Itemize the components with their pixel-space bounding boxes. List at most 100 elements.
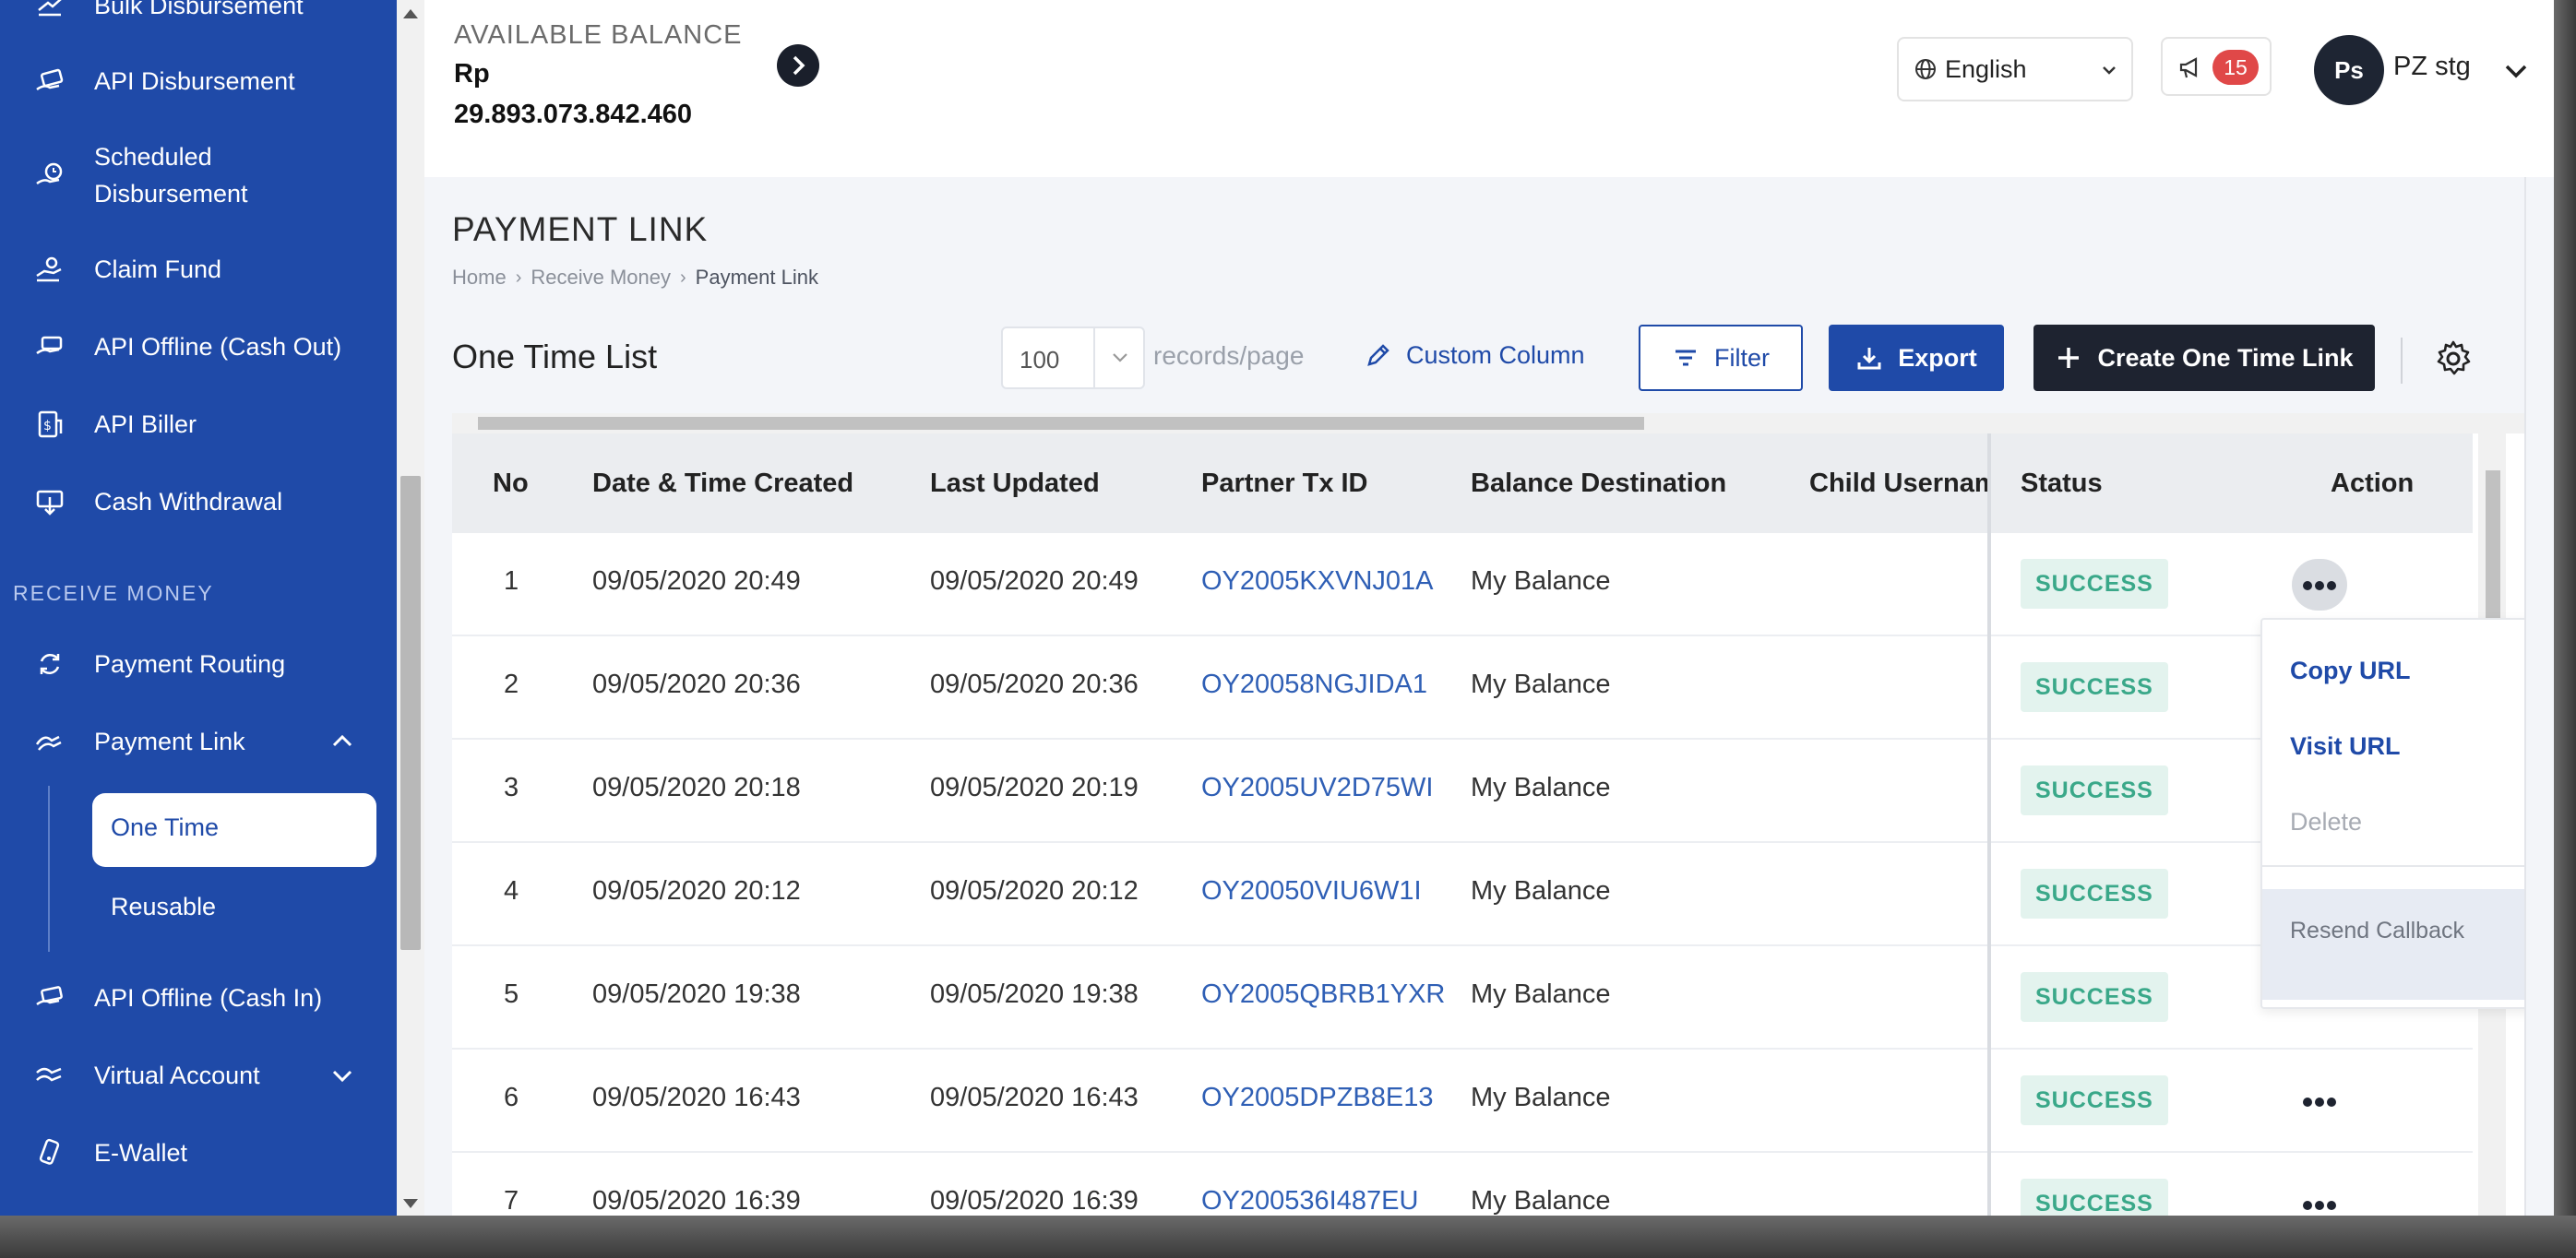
menu-item-delete: Delete <box>2290 808 2363 836</box>
column-header-balance-destination[interactable]: Balance Destination <box>1471 469 1726 499</box>
cell-no: 7 <box>504 1186 519 1216</box>
custom-column-button[interactable]: Custom Column <box>1364 332 1585 378</box>
main-content: PAYMENT LINK Home › Receive Money › Paym… <box>424 177 2554 1217</box>
create-one-time-link-label: Create One Time Link <box>2097 343 2354 372</box>
chevron-down-icon <box>2103 66 2116 75</box>
sidebar-item-api-offline-cash-in[interactable]: API Offline (Cash In) <box>0 979 397 1016</box>
sidebar-item-scheduled-disbursement[interactable]: Scheduled Disbursement <box>0 138 397 212</box>
language-select[interactable]: English <box>1897 37 2133 101</box>
column-header-created[interactable]: Date & Time Created <box>592 469 853 499</box>
row-action-menu: Copy URL Visit URL Delete Resend Callbac… <box>2260 618 2539 1009</box>
cash-out-icon <box>33 330 66 363</box>
filter-icon <box>1676 350 1696 366</box>
filter-button[interactable]: Filter <box>1639 325 1803 391</box>
records-per-page-select[interactable]: 100 <box>1001 326 1145 389</box>
right-edge-panel <box>2524 177 2554 1217</box>
sidebar-item-payment-link[interactable]: Payment Link <box>0 723 397 760</box>
column-header-no[interactable]: No <box>493 469 529 499</box>
sidebar-item-api-offline-cash-out[interactable]: API Offline (Cash Out) <box>0 328 397 365</box>
status-badge: SUCCESS <box>2021 765 2168 815</box>
cell-partner-tx-id[interactable]: OY2005QBRB1YXR <box>1201 979 1447 1010</box>
username[interactable]: PZ stg <box>2393 52 2471 82</box>
more-dots-icon <box>2315 581 2324 590</box>
export-label: Export <box>1898 343 1977 372</box>
scrollbar-thumb[interactable] <box>2486 470 2500 636</box>
column-header-child-username[interactable]: Child Usernam <box>1809 469 1990 499</box>
status-badge: SUCCESS <box>2021 869 2168 919</box>
sidebar-item-e-wallet[interactable]: E-Wallet <box>0 1134 397 1171</box>
api-disbursement-icon <box>33 65 66 98</box>
cash-in-icon <box>33 981 66 1015</box>
cell-no: 6 <box>504 1083 519 1112</box>
column-header-partner-tx-id[interactable]: Partner Tx ID <box>1201 469 1368 499</box>
sidebar-scrollbar[interactable] <box>397 0 424 1217</box>
scrollbar-thumb[interactable] <box>400 476 421 950</box>
cell-partner-tx-id[interactable]: OY20058NGJIDA1 <box>1201 670 1447 700</box>
menu-item-visit-url[interactable]: Visit URL <box>2290 732 2401 761</box>
column-header-status[interactable]: Status <box>2021 469 2103 499</box>
one-time-table: No Date & Time Created Last Updated Part… <box>452 413 2524 1217</box>
breadcrumb-receive-money[interactable]: Receive Money <box>531 266 671 290</box>
submenu-line <box>48 786 50 952</box>
sidebar-item-label: Payment Link <box>94 728 245 755</box>
scroll-down-arrow-icon[interactable] <box>403 1199 418 1208</box>
column-header-updated[interactable]: Last Updated <box>930 469 1100 499</box>
user-menu-chevron-icon[interactable] <box>2500 55 2532 87</box>
sidebar: Bulk Disbursement API Disbursement Sched… <box>0 0 397 1217</box>
table-row[interactable]: 6 09/05/2020 16:43 09/05/2020 16:43 OY2005D… <box>452 1050 2473 1153</box>
sidebar-subitem-one-time[interactable]: One Time <box>92 793 376 867</box>
table-row[interactable]: 7 09/05/2020 16:39 09/05/2020 16:39 OY20053… <box>452 1153 2473 1217</box>
table-row[interactable]: 5 09/05/2020 19:38 09/05/2020 19:38 OY2005Q… <box>452 946 2473 1050</box>
row-action-menu-button[interactable] <box>2292 1179 2347 1217</box>
svg-text:$: $ <box>43 419 52 433</box>
avatar[interactable]: Ps <box>2314 35 2384 105</box>
sidebar-item-bulk-disbursement[interactable]: Bulk Disbursement <box>0 0 397 24</box>
table-row[interactable]: 1 09/05/2020 20:49 09/05/2020 20:49 OY2005K… <box>452 533 2473 636</box>
cell-created: 09/05/2020 20:36 <box>592 670 801 699</box>
download-icon <box>1857 348 1881 370</box>
breadcrumb-separator-icon: › <box>680 267 686 288</box>
cell-partner-tx-id[interactable]: OY2005UV2D75WI <box>1201 773 1447 803</box>
cell-partner-tx-id[interactable]: OY2005KXVNJ01A <box>1201 566 1447 597</box>
table-row[interactable]: 4 09/05/2020 20:12 09/05/2020 20:12 OY20050… <box>452 843 2473 946</box>
row-action-menu-button[interactable] <box>2292 559 2347 611</box>
menu-item-resend-callback[interactable]: Resend Callback <box>2290 913 2475 948</box>
screen-edge <box>2554 0 2576 1258</box>
cell-balance-destination: My Balance <box>1471 1186 1611 1216</box>
sidebar-item-api-disbursement[interactable]: API Disbursement <box>0 63 397 100</box>
export-button[interactable]: Export <box>1829 325 2004 391</box>
scroll-up-arrow-icon[interactable] <box>403 9 418 18</box>
scheduled-disbursement-icon <box>33 159 66 192</box>
menu-divider <box>2262 865 2539 867</box>
sidebar-item-payment-routing[interactable]: Payment Routing <box>0 646 397 682</box>
breadcrumb-home[interactable]: Home <box>452 266 507 290</box>
table-row[interactable]: 3 09/05/2020 20:18 09/05/2020 20:19 OY2005U… <box>452 740 2473 843</box>
create-one-time-link-button[interactable]: Create One Time Link <box>2033 325 2375 391</box>
row-action-menu-button[interactable] <box>2292 1075 2347 1127</box>
table-horizontal-scrollbar[interactable] <box>452 413 2524 433</box>
sidebar-subitem-reusable[interactable]: Reusable <box>111 893 216 921</box>
cell-partner-tx-id[interactable]: OY2005DPZB8E13 <box>1201 1083 1447 1113</box>
chevron-up-icon <box>332 734 352 747</box>
menu-item-copy-url[interactable]: Copy URL <box>2290 657 2411 685</box>
table-row[interactable]: 2 09/05/2020 20:36 09/05/2020 20:36 OY20058… <box>452 636 2473 740</box>
sidebar-item-claim-fund[interactable]: Claim Fund <box>0 251 397 288</box>
gear-icon[interactable] <box>2434 339 2473 378</box>
chevron-right-icon <box>793 55 805 76</box>
cell-partner-tx-id[interactable]: OY20050VIU6W1I <box>1201 876 1447 907</box>
balance-currency: Rp <box>454 59 490 89</box>
cell-partner-tx-id[interactable]: OY200536I487EU <box>1201 1186 1447 1216</box>
cell-balance-destination: My Balance <box>1471 876 1611 906</box>
breadcrumb-current: Payment Link <box>695 266 818 289</box>
notification-button[interactable]: 15 <box>2161 37 2272 96</box>
status-badge: SUCCESS <box>2021 1179 2168 1217</box>
sidebar-item-virtual-account[interactable]: Virtual Account <box>0 1057 397 1094</box>
payment-link-icon <box>33 725 66 758</box>
sidebar-item-api-biller[interactable]: $ API Biller <box>0 406 397 443</box>
cell-updated: 09/05/2020 20:49 <box>930 566 1139 596</box>
balance-detail-button[interactable] <box>777 44 819 87</box>
chevron-down-icon <box>1113 353 1127 362</box>
scrollbar-thumb[interactable] <box>478 417 1644 430</box>
cell-balance-destination: My Balance <box>1471 979 1611 1009</box>
sidebar-item-cash-withdrawal[interactable]: Cash Withdrawal <box>0 483 397 520</box>
